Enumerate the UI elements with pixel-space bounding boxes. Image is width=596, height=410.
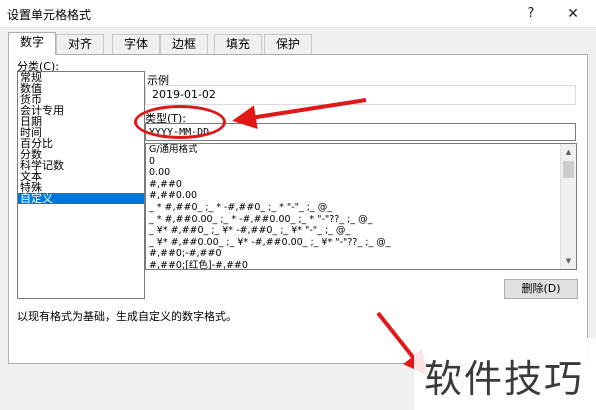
watermark-text: 软件技巧 [424,357,585,401]
watermark: 软件技巧 [414,338,596,410]
scroll-thumb[interactable] [563,161,574,178]
format-item[interactable]: _ ¥* #,##0_ ;_ ¥* -#,##0_ ;_ ¥* "-"_ ;_ … [146,225,562,237]
format-item[interactable]: 0.00 [146,167,562,179]
sample-value: 2019-01-02 [145,85,576,105]
tab-font[interactable]: 字体 [112,34,160,54]
format-item[interactable]: _ ¥* #,##0.00_ ;_ ¥* -#,##0.00_ ;_ ¥* "-… [146,237,562,249]
format-list[interactable]: G/通用格式 0 0.00 #,##0 #,##0.00 _ * #,##0_ … [145,143,577,270]
format-item[interactable]: 0 [146,156,562,168]
category-item-custom[interactable]: 自定义 [18,193,144,204]
format-item[interactable]: #,##0 [146,179,562,191]
format-item[interactable]: G/通用格式 [146,144,562,156]
format-item[interactable]: #,##0;[红色]-#,##0 [146,260,562,269]
window-title: 设置单元格格式 [7,8,92,22]
format-item[interactable]: _ * #,##0.00_ ;_ * -#,##0.00_ ;_ * "-"??… [146,214,562,226]
format-scrollbar[interactable]: ▲ ▼ [560,144,576,269]
tab-alignment[interactable]: 对齐 [56,34,104,54]
tab-protection[interactable]: 保护 [264,34,312,54]
scroll-down-icon[interactable]: ▼ [561,253,576,269]
format-item[interactable]: #,##0;-#,##0 [146,248,562,260]
tab-number[interactable]: 数字 [8,32,56,55]
format-item[interactable]: #,##0.00 [146,190,562,202]
tab-fill[interactable]: 填充 [214,34,262,54]
scroll-up-icon[interactable]: ▲ [561,144,576,160]
tab-border[interactable]: 边框 [160,34,208,54]
category-list[interactable]: 常规 数值 货币 会计专用 日期 时间 百分比 分数 科学记数 文本 特殊 自定… [17,71,145,299]
highlight-ellipse [134,105,226,139]
close-icon[interactable]: ✕ [560,3,586,25]
number-panel: 分类(C): 常规 数值 货币 会计专用 日期 时间 百分比 分数 科学记数 文… [8,54,588,364]
title-bar: 设置单元格格式 ? ✕ [0,0,596,28]
format-item[interactable]: _ * #,##0_ ;_ * -#,##0_ ;_ * "-"_ ;_ @_ [146,202,562,214]
description-text: 以现有格式为基础，生成自定义的数字格式。 [17,310,237,323]
delete-button[interactable]: 删除(D) [504,279,578,299]
help-icon[interactable]: ? [518,3,544,25]
